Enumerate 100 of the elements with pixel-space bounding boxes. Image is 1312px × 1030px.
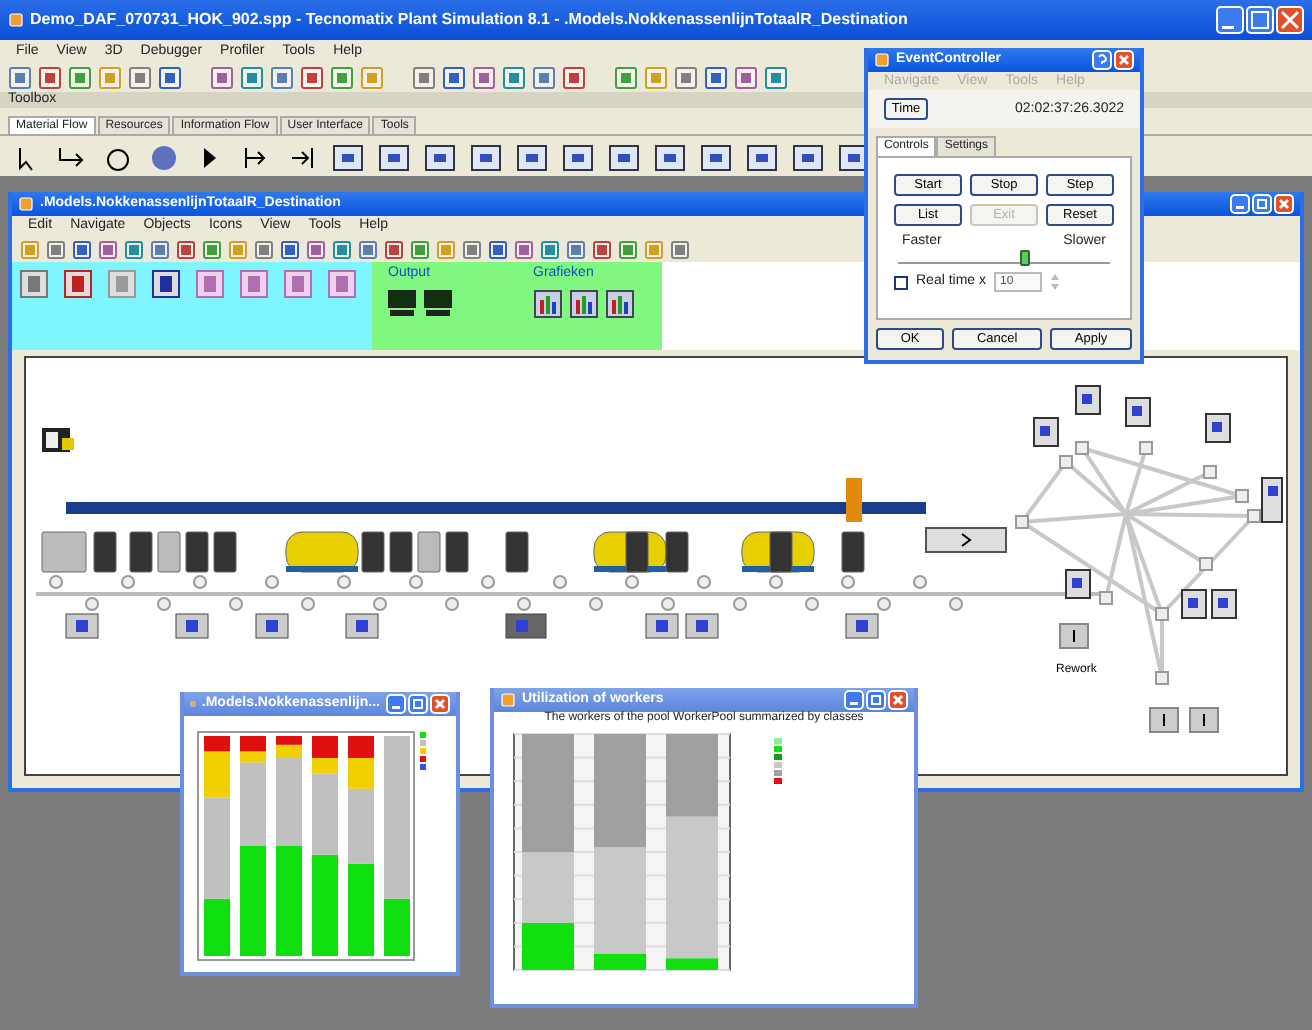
station bbox=[1065, 569, 1091, 599]
station bbox=[505, 531, 529, 573]
connector-node bbox=[949, 597, 963, 611]
maximize-icon[interactable] bbox=[866, 690, 886, 710]
maximize-icon[interactable] bbox=[1252, 194, 1272, 214]
close-icon[interactable] bbox=[1274, 194, 1294, 214]
buffer-station bbox=[645, 613, 679, 639]
speed-slider[interactable] bbox=[898, 248, 1110, 265]
drain-station bbox=[1059, 623, 1089, 649]
bar-segment bbox=[312, 736, 338, 758]
monitor-icon[interactable] bbox=[424, 289, 452, 318]
palette-icon[interactable] bbox=[20, 270, 48, 298]
connector-node bbox=[1235, 489, 1249, 503]
connector-node bbox=[625, 575, 639, 589]
connector-node bbox=[769, 575, 783, 589]
station bbox=[157, 531, 181, 573]
palette-icon[interactable] bbox=[152, 270, 180, 298]
minimize-icon[interactable] bbox=[844, 690, 864, 710]
tool-icon[interactable] bbox=[422, 140, 458, 177]
gantry-robot bbox=[846, 478, 862, 522]
connector-node bbox=[1155, 671, 1169, 685]
chart-icon[interactable] bbox=[569, 289, 597, 318]
connector-node bbox=[373, 597, 387, 611]
buffer-station bbox=[505, 613, 547, 639]
connector-node bbox=[913, 575, 927, 589]
buffer-station bbox=[65, 613, 99, 639]
connector-node bbox=[445, 597, 459, 611]
station bbox=[1211, 589, 1237, 619]
transfer-conveyor bbox=[925, 527, 1007, 553]
tool-icon[interactable] bbox=[744, 140, 780, 177]
connector-node bbox=[85, 597, 99, 611]
app-icon bbox=[8, 12, 24, 28]
buffer-station bbox=[175, 613, 209, 639]
real-time-checkbox[interactable] bbox=[894, 275, 908, 290]
maximize-icon[interactable] bbox=[1246, 6, 1274, 34]
minimize-icon[interactable] bbox=[1216, 6, 1244, 34]
connector-node bbox=[121, 575, 135, 589]
bar-segment bbox=[276, 846, 302, 956]
connector-node bbox=[1247, 509, 1261, 523]
station bbox=[129, 531, 153, 573]
connector-node bbox=[805, 597, 819, 611]
buffer-station bbox=[685, 613, 719, 639]
connector-node bbox=[265, 575, 279, 589]
chart-icon[interactable] bbox=[605, 289, 633, 318]
tool-icon[interactable] bbox=[514, 140, 550, 177]
close-icon[interactable] bbox=[888, 690, 908, 710]
bar-segment bbox=[312, 854, 338, 956]
station bbox=[389, 531, 413, 573]
tool-icon[interactable] bbox=[790, 140, 826, 177]
connector-node bbox=[553, 575, 567, 589]
app-icon bbox=[874, 52, 890, 68]
connector-node bbox=[661, 597, 675, 611]
close-icon[interactable] bbox=[1114, 50, 1134, 70]
close-icon[interactable] bbox=[430, 694, 450, 714]
tool-icon[interactable] bbox=[330, 140, 366, 177]
minimize-icon[interactable] bbox=[386, 694, 406, 714]
tool-icon[interactable] bbox=[606, 140, 642, 177]
station bbox=[445, 531, 469, 573]
bar-segment bbox=[594, 733, 646, 847]
maximize-icon[interactable] bbox=[408, 694, 428, 714]
close-icon[interactable] bbox=[1276, 6, 1304, 34]
connector-node bbox=[1203, 465, 1217, 479]
app-icon bbox=[18, 196, 34, 212]
station bbox=[417, 531, 441, 573]
connector-node bbox=[1139, 441, 1153, 455]
connector-node bbox=[589, 597, 603, 611]
station bbox=[841, 531, 865, 573]
connector-node bbox=[1155, 607, 1169, 621]
buffer-station bbox=[255, 613, 289, 639]
connector-node bbox=[1199, 557, 1213, 571]
tool-icon[interactable] bbox=[698, 140, 734, 177]
minimize-icon[interactable] bbox=[1230, 194, 1250, 214]
slider-thumb[interactable] bbox=[1019, 250, 1030, 267]
station bbox=[1181, 589, 1207, 619]
palette-icon[interactable] bbox=[64, 270, 92, 298]
connector-node bbox=[733, 597, 747, 611]
station bbox=[1075, 385, 1101, 415]
station bbox=[769, 531, 793, 573]
station bbox=[361, 531, 385, 573]
bar-segment bbox=[348, 736, 374, 758]
connector-node bbox=[1015, 515, 1029, 529]
app-icon bbox=[500, 692, 516, 708]
connector-node bbox=[229, 597, 243, 611]
station bbox=[665, 531, 689, 573]
tool-icon[interactable] bbox=[376, 140, 412, 177]
station bbox=[41, 531, 87, 573]
connector-node bbox=[337, 575, 351, 589]
drain-station bbox=[1149, 707, 1179, 733]
connector-node bbox=[481, 575, 495, 589]
tool-icon[interactable] bbox=[468, 140, 504, 177]
help-icon[interactable] bbox=[1092, 50, 1112, 70]
tool-icon[interactable] bbox=[560, 140, 596, 177]
station bbox=[625, 531, 649, 573]
station bbox=[1261, 477, 1283, 523]
tool-icon[interactable] bbox=[652, 140, 688, 177]
station bbox=[1033, 417, 1059, 447]
chart-icon[interactable] bbox=[533, 289, 561, 318]
monitor-icon[interactable] bbox=[388, 289, 416, 318]
connector-node bbox=[157, 597, 171, 611]
connector-node bbox=[517, 597, 531, 611]
